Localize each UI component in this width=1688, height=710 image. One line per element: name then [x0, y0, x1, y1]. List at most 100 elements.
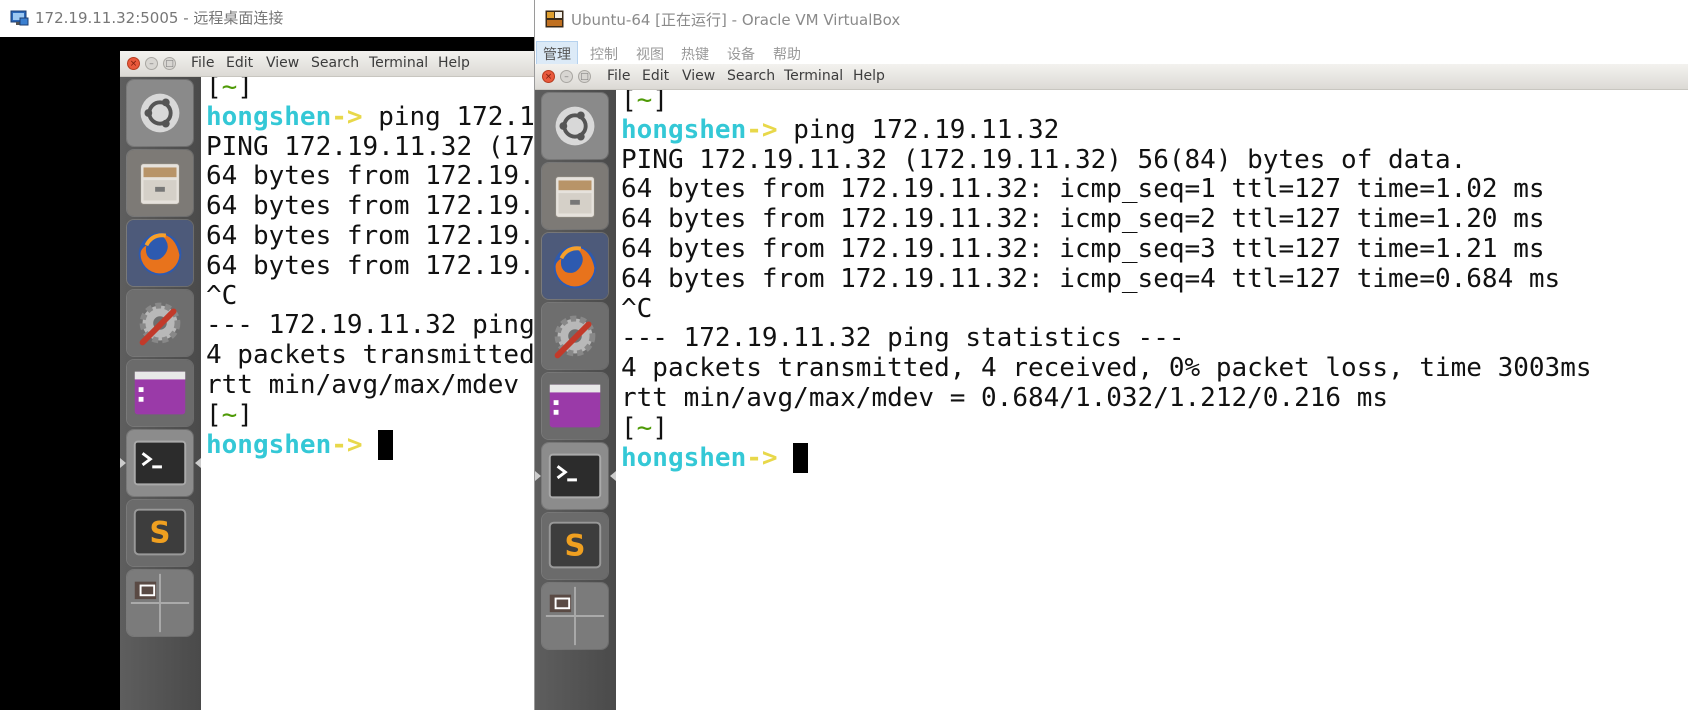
close-button[interactable]: ×: [127, 57, 140, 70]
menu-terminal[interactable]: Terminal: [369, 55, 428, 71]
terminal-line: ^C: [621, 293, 652, 325]
terminal-text: ~: [636, 412, 653, 443]
terminal-text: ^C: [206, 280, 238, 311]
unity-launcher: S: [535, 90, 616, 710]
menu-search[interactable]: Search: [311, 55, 359, 71]
terminal-text: ~: [221, 77, 238, 102]
menu-edit[interactable]: Edit: [642, 68, 669, 84]
terminal-line: [~]: [206, 77, 253, 103]
workspace-switcher-icon[interactable]: [126, 569, 194, 637]
files-icon[interactable]: [126, 149, 194, 217]
terminal-line: 64 bytes from 172.19.11.32: icmp_seq=4 t…: [621, 263, 1560, 295]
terminal-line: hongshen->: [206, 429, 394, 461]
menu-file[interactable]: File: [191, 55, 214, 71]
menu-view[interactable]: View: [266, 55, 299, 71]
menu-help[interactable]: Help: [853, 68, 885, 84]
terminal-text: 4 packets transmitted: [206, 340, 535, 371]
terminal-text: 64 bytes from 172.19.: [206, 161, 535, 192]
firefox-icon[interactable]: [541, 232, 609, 300]
host-menu-help[interactable]: 帮助: [773, 44, 801, 64]
vbox-titlebar[interactable]: Ubuntu-64 [正在运行] - Oracle VM VirtualBox: [535, 0, 1688, 40]
running-indicator-icon: [120, 458, 126, 468]
vbox-terminal-content[interactable]: [~] hongshen-> ping 172.19.11.32 PING 172.…: [616, 90, 1688, 710]
terminal-text: --- 172.19.11.32 ping statistics ---: [621, 323, 1185, 354]
maximize-button[interactable]: □: [578, 70, 591, 83]
terminal-text: [: [206, 77, 222, 102]
sublime-text-icon[interactable]: S: [541, 512, 609, 580]
terminal-icon[interactable]: [541, 442, 609, 510]
prompt-arrow: ->: [746, 442, 778, 473]
workspace-switcher-icon[interactable]: [541, 582, 609, 650]
ubuntu-logo-icon[interactable]: [541, 92, 609, 160]
close-button[interactable]: ×: [542, 70, 555, 83]
svg-text:S: S: [150, 516, 171, 550]
software-center-icon[interactable]: [541, 372, 609, 440]
terminal-text: ]: [237, 399, 253, 430]
rdp-titlebar[interactable]: 172.19.11.32:5005 - 远程桌面连接: [0, 0, 540, 37]
menu-file[interactable]: File: [607, 68, 630, 84]
host-menu-control[interactable]: 控制: [590, 44, 618, 64]
host-menu-devices[interactable]: 设备: [727, 44, 755, 64]
terminal-text: 4 packets transmitted, 4 received, 0% pa…: [621, 353, 1592, 384]
terminal-line: 64 bytes from 172.19.: [206, 250, 535, 282]
terminal-icon[interactable]: [126, 429, 194, 497]
menu-terminal[interactable]: Terminal: [784, 68, 843, 84]
terminal-text: 64 bytes from 172.19.11.32: icmp_seq=4 t…: [621, 263, 1561, 294]
terminal-text: PING 172.19.11.32 (17: [206, 131, 535, 162]
rdp-terminal-content[interactable]: [~] hongshen-> ping 172.1 PING 172.19.11.3…: [201, 77, 540, 710]
rdp-window-title: 172.19.11.32:5005 - 远程桌面连接: [35, 9, 284, 27]
sublime-text-icon[interactable]: S: [126, 499, 194, 567]
menu-edit[interactable]: Edit: [226, 55, 253, 71]
terminal-text: 64 bytes from 172.19.: [206, 191, 535, 222]
terminal-line: hongshen-> ping 172.1: [206, 101, 535, 133]
terminal-line: 64 bytes from 172.19.: [206, 160, 535, 192]
files-icon[interactable]: [541, 162, 609, 230]
firefox-icon[interactable]: [126, 219, 194, 287]
terminal-text: ^C: [621, 293, 653, 324]
terminal-text: PING 172.19.11.32 (172.19.11.32) 56(84) …: [621, 144, 1467, 175]
terminal-line: [~]: [206, 399, 253, 431]
rdp-terminal-menubar: × – □ File Edit View Search Terminal Hel…: [120, 51, 540, 77]
terminal-line: [~]: [621, 412, 668, 444]
vbox-terminal-menubar: × – □ File Edit View Search Terminal Hel…: [535, 64, 1688, 90]
prompt-arrow: ->: [746, 114, 778, 145]
remote-desktop-icon: [10, 10, 29, 26]
ubuntu-logo-icon[interactable]: [126, 79, 194, 147]
terminal-text: 64 bytes from 172.19.: [206, 250, 535, 281]
minimize-button[interactable]: –: [560, 70, 573, 83]
terminal-line: 64 bytes from 172.19.: [206, 220, 535, 252]
terminal-text: 64 bytes from 172.19.: [206, 221, 535, 251]
terminal-text: [: [621, 412, 637, 443]
menu-view[interactable]: View: [682, 68, 715, 84]
prompt-user: hongshen: [621, 114, 747, 145]
terminal-line: hongshen->: [621, 442, 809, 474]
maximize-button[interactable]: □: [163, 57, 176, 70]
svg-text:S: S: [565, 529, 586, 563]
software-center-icon[interactable]: [126, 359, 194, 427]
terminal-text: ~: [221, 399, 238, 430]
host-menu-hotkey[interactable]: 热键: [681, 44, 709, 64]
prompt-user: hongshen: [206, 429, 332, 460]
system-settings-icon[interactable]: [541, 302, 609, 370]
terminal-text: 64 bytes from 172.19.11.32: icmp_seq=3 t…: [621, 234, 1545, 264]
terminal-line: --- 172.19.11.32 ping statistics ---: [621, 322, 1185, 354]
terminal-line: PING 172.19.11.32 (17: [206, 131, 535, 163]
terminal-text: ]: [237, 77, 253, 102]
terminal-line: 4 packets transmitted: [206, 339, 535, 371]
menu-help[interactable]: Help: [438, 55, 470, 71]
menu-search[interactable]: Search: [727, 68, 775, 84]
system-settings-icon[interactable]: [126, 289, 194, 357]
remote-desktop-window: 172.19.11.32:5005 - 远程桌面连接 × – □ File Ed…: [0, 0, 540, 710]
terminal-text: ~: [636, 90, 653, 115]
terminal-text: [: [206, 399, 222, 430]
vbox-window-title: Ubuntu-64 [正在运行] - Oracle VM VirtualBox: [571, 11, 901, 29]
virtualbox-icon: [545, 10, 564, 28]
host-menu-view[interactable]: 视图: [636, 44, 664, 64]
terminal-line: PING 172.19.11.32 (172.19.11.32) 56(84) …: [621, 144, 1466, 176]
running-indicator-icon: [535, 471, 541, 481]
terminal-text: --- 172.19.11.32 ping: [206, 310, 535, 341]
prompt-user: hongshen: [621, 442, 747, 473]
virtualbox-window: Ubuntu-64 [正在运行] - Oracle VM VirtualBox …: [534, 0, 1688, 710]
minimize-button[interactable]: –: [145, 57, 158, 70]
